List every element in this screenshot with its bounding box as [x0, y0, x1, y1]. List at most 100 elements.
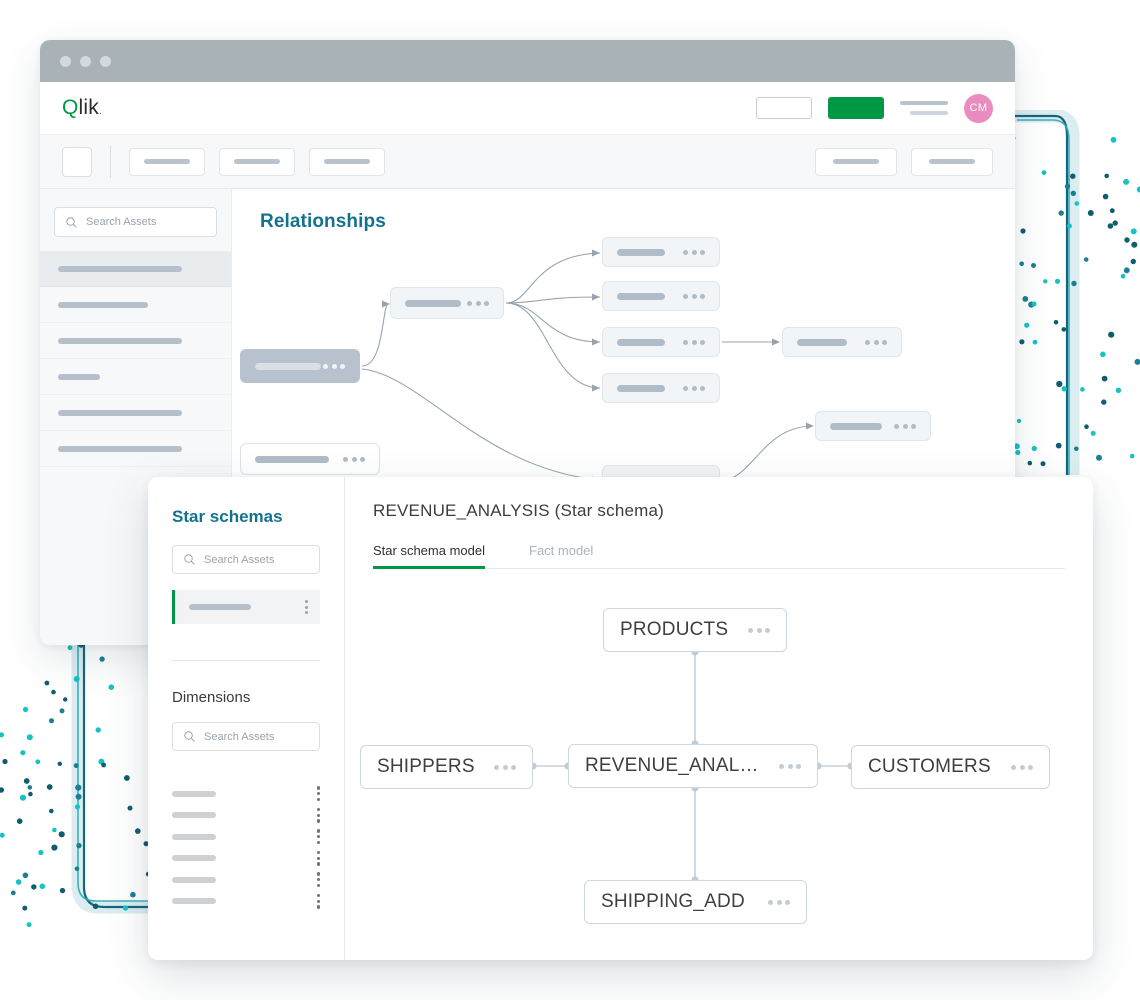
- card-sidebar: Star schemas Search Assets Dimensions Se…: [148, 477, 345, 960]
- more-options-icon[interactable]: [323, 363, 345, 369]
- tab-bar: Star schema model Fact model: [373, 543, 1065, 569]
- more-options-icon[interactable]: [768, 899, 790, 905]
- schema-node-products[interactable]: PRODUCTS: [603, 608, 787, 652]
- more-options-icon[interactable]: [343, 456, 365, 462]
- list-item[interactable]: [172, 891, 320, 913]
- tab-fact-model[interactable]: Fact model: [529, 543, 593, 568]
- more-options-icon[interactable]: [316, 807, 320, 823]
- secondary-action-button[interactable]: [756, 97, 812, 119]
- schema-node-customers[interactable]: CUSTOMERS: [851, 745, 1050, 789]
- relationship-node-root[interactable]: [240, 349, 360, 383]
- qlik-logo[interactable]: Qlik.: [62, 96, 102, 120]
- list-item[interactable]: [172, 590, 320, 624]
- toolbar-icon-button[interactable]: [62, 146, 92, 177]
- list-item[interactable]: [172, 869, 320, 891]
- star-schema-card: Star schemas Search Assets Dimensions Se…: [148, 477, 1093, 960]
- toolbar-button-5[interactable]: [911, 147, 993, 176]
- more-options-icon[interactable]: [683, 339, 705, 345]
- more-options-icon[interactable]: [1011, 764, 1033, 770]
- toolbar-button-1[interactable]: [129, 147, 205, 176]
- maximize-dot[interactable]: [100, 55, 111, 67]
- more-options-icon[interactable]: [683, 385, 705, 391]
- more-options-icon[interactable]: [316, 786, 320, 802]
- search-assets-input[interactable]: Search Assets: [54, 207, 217, 237]
- assets-list: [40, 251, 231, 467]
- card-main: REVENUE_ANALYSIS (Star schema) Star sche…: [345, 477, 1093, 960]
- list-item[interactable]: [40, 359, 231, 395]
- more-options-icon[interactable]: [779, 763, 801, 769]
- relationship-node-e[interactable]: [782, 327, 902, 357]
- list-item-label: [172, 876, 216, 883]
- decorative-dots-right: [995, 110, 1140, 475]
- relationship-node-lower[interactable]: [240, 443, 380, 475]
- relationship-node-c[interactable]: [602, 327, 720, 357]
- tab-star-schema-model[interactable]: Star schema model: [373, 543, 485, 569]
- more-options-icon[interactable]: [683, 293, 705, 299]
- more-options-icon[interactable]: [865, 339, 887, 345]
- more-options-icon[interactable]: [316, 872, 320, 888]
- sidebar-divider: [172, 660, 320, 661]
- minimize-dot[interactable]: [80, 55, 91, 67]
- more-options-icon[interactable]: [894, 423, 916, 429]
- schema-node-shippers[interactable]: SHIPPERS: [360, 745, 533, 789]
- dimensions-title: Dimensions: [172, 689, 251, 706]
- relationship-node-hub[interactable]: [390, 287, 504, 319]
- node-label: [797, 338, 847, 346]
- schema-node-fact[interactable]: REVENUE_ANAL…: [568, 744, 818, 788]
- user-name-placeholder: [900, 101, 948, 115]
- star-schema-search-input[interactable]: Search Assets: [172, 545, 320, 574]
- more-options-icon[interactable]: [494, 764, 516, 770]
- schema-node-shipping[interactable]: SHIPPING_ADD: [584, 880, 807, 924]
- toolbar-button-4[interactable]: [815, 147, 897, 176]
- list-item-label: [172, 855, 216, 862]
- relationship-node-d[interactable]: [602, 373, 720, 403]
- qlik-logo-text: lik: [78, 96, 99, 119]
- more-options-icon[interactable]: [316, 893, 320, 909]
- more-options-icon[interactable]: [748, 627, 770, 633]
- node-label: [617, 292, 665, 300]
- more-options-icon[interactable]: [467, 300, 489, 306]
- list-item[interactable]: [40, 395, 231, 431]
- list-item[interactable]: [40, 323, 231, 359]
- list-item-label: [172, 812, 216, 819]
- node-label: REVENUE_ANAL…: [585, 755, 759, 776]
- node-label: [617, 248, 665, 256]
- node-label: [617, 338, 665, 346]
- node-label: [405, 299, 461, 307]
- more-options-icon[interactable]: [316, 850, 320, 866]
- list-item-label: [172, 790, 216, 797]
- list-item-label: [172, 898, 216, 905]
- more-options-icon[interactable]: [683, 249, 705, 255]
- relationship-node-a[interactable]: [602, 237, 720, 267]
- star-schemas-title: Star schemas: [172, 507, 283, 526]
- dimensions-search-input[interactable]: Search Assets: [172, 722, 320, 751]
- more-options-icon[interactable]: [305, 600, 308, 614]
- primary-action-button[interactable]: [828, 97, 884, 119]
- schema-item-label: [189, 604, 251, 610]
- list-item[interactable]: [40, 287, 231, 323]
- relationship-node-f[interactable]: [815, 411, 931, 441]
- list-item[interactable]: [40, 251, 231, 287]
- list-item[interactable]: [172, 805, 320, 827]
- star-schema-search-placeholder: Search Assets: [204, 553, 275, 566]
- list-item-label: [58, 409, 182, 416]
- close-dot[interactable]: [60, 55, 71, 67]
- list-item[interactable]: [172, 848, 320, 870]
- list-item[interactable]: [172, 783, 320, 805]
- more-options-icon[interactable]: [316, 829, 320, 845]
- list-item[interactable]: [40, 431, 231, 467]
- toolbar-button-2[interactable]: [219, 147, 295, 176]
- avatar[interactable]: CM: [964, 93, 993, 123]
- node-label: CUSTOMERS: [868, 756, 991, 777]
- search-icon: [66, 216, 77, 228]
- node-label: [830, 422, 882, 430]
- toolbar-button-label: [144, 159, 190, 164]
- node-label: [255, 362, 321, 370]
- relationship-node-b[interactable]: [602, 281, 720, 311]
- search-icon: [184, 731, 195, 742]
- toolbar-button-3[interactable]: [309, 147, 385, 176]
- toolbar-button-label: [929, 159, 975, 164]
- app-toolbar: [40, 134, 1015, 189]
- dimensions-list: [172, 783, 320, 912]
- list-item[interactable]: [172, 826, 320, 848]
